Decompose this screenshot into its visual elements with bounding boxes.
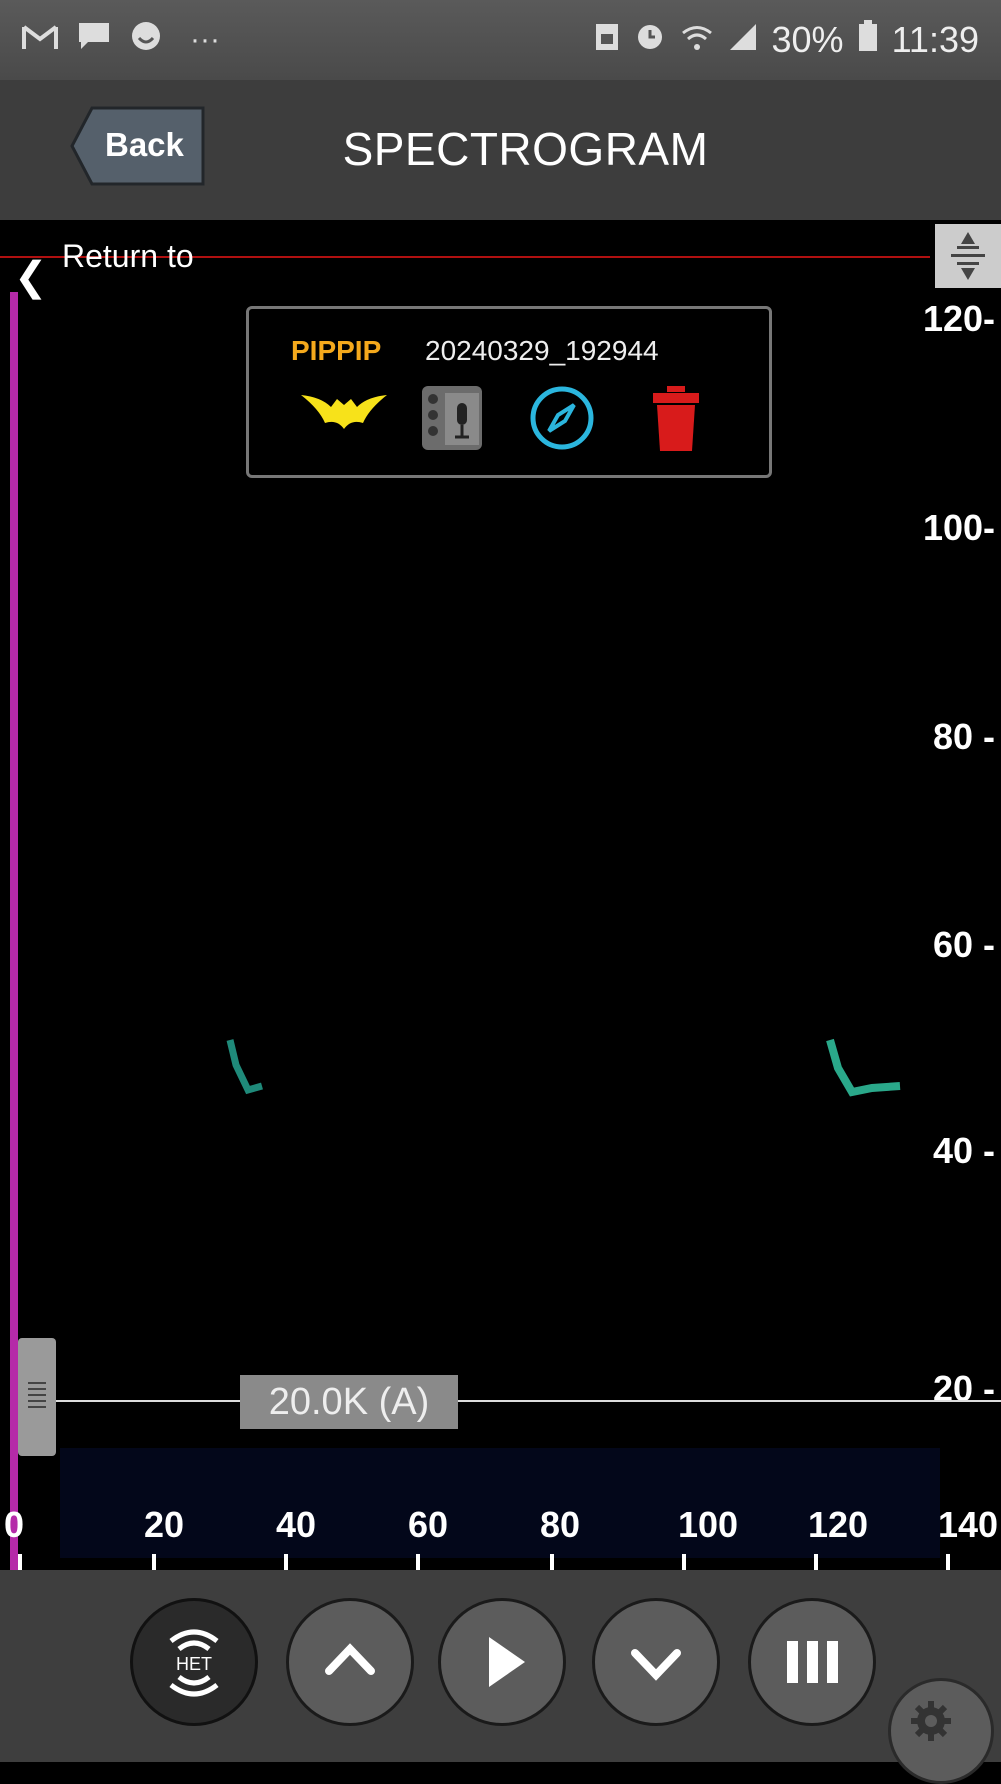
filename-label: 20240329_192944	[425, 335, 659, 366]
x-tick	[682, 1554, 686, 1570]
clock: 11:39	[891, 19, 979, 60]
battery-percent: 30%	[771, 19, 844, 60]
recorder-icon[interactable]	[421, 385, 483, 451]
down-button[interactable]	[592, 1598, 720, 1726]
signal-icon	[728, 19, 758, 61]
y-label: 120-	[922, 298, 995, 339]
x-tick	[18, 1554, 22, 1570]
gear-icon	[911, 1701, 951, 1741]
chat-icon	[76, 20, 112, 61]
species-label: PIPPIP	[291, 335, 382, 366]
x-tick	[152, 1554, 156, 1570]
x-tick	[284, 1554, 288, 1570]
up-button[interactable]	[286, 1598, 414, 1726]
het-icon: HET	[169, 1629, 219, 1697]
svg-text:HET: HET	[176, 1654, 212, 1674]
x-tick	[416, 1554, 420, 1570]
y-label: 100-	[922, 507, 995, 548]
x-tick	[814, 1554, 818, 1570]
threshold-label: 20.0K (A)	[240, 1375, 458, 1429]
y-label: 80 -	[932, 716, 995, 757]
bat-icon[interactable]	[299, 385, 389, 445]
x-label: 0	[3, 1504, 25, 1545]
smiley-icon	[130, 20, 162, 61]
more-notifications-icon: ···	[190, 23, 220, 56]
battery-icon	[858, 19, 878, 61]
y-label: 40 -	[932, 1130, 995, 1171]
pause-icon	[787, 1641, 838, 1683]
chevron-down-icon	[631, 1649, 681, 1681]
gmail-icon	[22, 21, 58, 60]
x-label: 140	[937, 1504, 999, 1545]
threshold-line[interactable]	[56, 1400, 1001, 1402]
x-label: 20	[143, 1504, 185, 1545]
play-button[interactable]	[438, 1598, 566, 1726]
alarm-icon	[634, 19, 666, 61]
title-bar: Back SPECTROGRAM	[0, 80, 1001, 220]
wifi-icon	[680, 19, 714, 61]
y-label: 20 -	[932, 1368, 995, 1409]
spectrogram-view[interactable]: ❮ Return to PIPPIP 20240329_192944 120- …	[0, 220, 1001, 1570]
compass-icon[interactable]	[529, 385, 595, 451]
x-label: 60	[407, 1504, 449, 1545]
settings-button[interactable]	[888, 1678, 994, 1784]
het-button[interactable]: HET	[130, 1598, 258, 1726]
x-label: 40	[275, 1504, 317, 1545]
y-label: 60 -	[932, 924, 995, 965]
status-bar: ··· 30% 11:39	[0, 0, 1001, 80]
playback-controls: HET	[0, 1570, 1001, 1784]
threshold-handle[interactable]	[18, 1338, 56, 1456]
x-label: 80	[539, 1504, 581, 1545]
recording-info-panel: PIPPIP 20240329_192944	[246, 306, 772, 478]
x-tick	[946, 1554, 950, 1570]
x-label: 100	[677, 1504, 739, 1545]
x-tick	[550, 1554, 554, 1570]
play-icon	[489, 1637, 525, 1687]
trash-icon[interactable]	[651, 385, 701, 453]
page-title: SPECTROGRAM	[342, 123, 709, 175]
x-label: 120	[807, 1504, 869, 1545]
sim-icon	[594, 19, 620, 61]
pause-button[interactable]	[748, 1598, 876, 1726]
chevron-up-icon	[325, 1643, 375, 1675]
